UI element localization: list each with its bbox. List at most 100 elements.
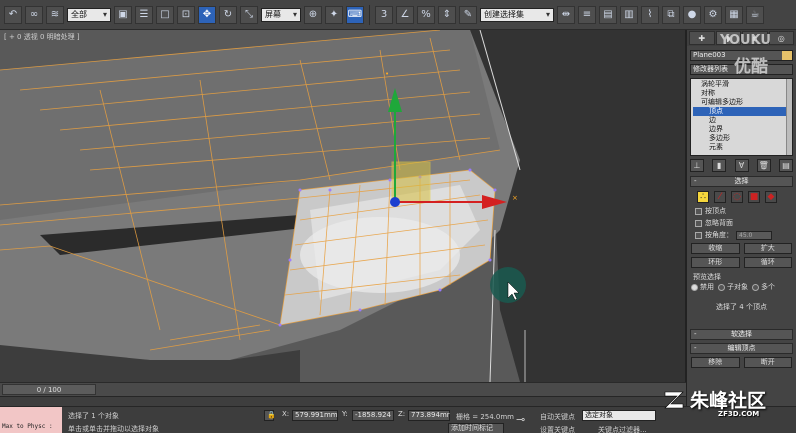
shrink-button[interactable]: 收缩 (691, 243, 740, 254)
vertex-level-icon[interactable]: ∴ (697, 191, 709, 203)
create-tab-icon[interactable]: ✚ (689, 31, 715, 45)
angle-spinner[interactable]: 45.0 (736, 230, 772, 240)
layer-manager-icon[interactable]: ▤ (599, 5, 617, 24)
soft-selection-rollout[interactable]: 软选择 (690, 329, 793, 340)
pin-stack-icon[interactable]: ⊥ (690, 159, 704, 172)
key-icon[interactable]: ⊸ (516, 413, 525, 426)
key-filters-button[interactable]: 关键点过滤器... (598, 425, 647, 433)
curve-editor-icon[interactable]: ⌇ (641, 5, 659, 24)
pivot-center-icon[interactable]: ⊕ (304, 5, 322, 24)
stack-item-turbosmooth[interactable]: 涡轮平滑 (693, 80, 790, 89)
loop-button[interactable]: 循环 (743, 257, 792, 268)
prompt-line: 单击或单击并拖动以选择对象 (68, 425, 159, 433)
ignore-backfacing-checkbox[interactable] (695, 219, 702, 227)
maxscript-listener[interactable]: Max to Physc : (0, 407, 62, 433)
snap-3d-icon[interactable]: 3 (375, 5, 393, 24)
time-slider[interactable]: 0 / 100 (0, 382, 686, 396)
by-angle-row[interactable]: 按角度： 45.0 (695, 230, 796, 240)
make-unique-icon[interactable]: ∀ (734, 159, 749, 172)
edit-named-sel-icon[interactable]: ✎ (459, 5, 477, 24)
object-color-swatch[interactable] (782, 51, 792, 60)
selection-filter-select[interactable]: 全部 (67, 7, 111, 22)
reference-coord-select[interactable]: 屏幕 (261, 7, 301, 22)
break-button[interactable]: 断开 (743, 357, 792, 368)
preview-multi-radio[interactable]: 多个 (752, 282, 775, 292)
preview-off-radio[interactable]: 禁用 (691, 282, 714, 292)
percent-snap-icon[interactable]: % (417, 5, 435, 24)
spinner-snap-icon[interactable]: ⇕ (438, 5, 456, 24)
track-bar[interactable] (0, 396, 686, 406)
selection-rollout-header[interactable]: 选择 (690, 176, 793, 187)
ignore-backfacing-row[interactable]: 忽略背面 (695, 218, 796, 228)
z-coord-label: Z: (398, 410, 406, 418)
zf-watermark-title: 朱峰社区 (690, 390, 767, 412)
key-mode-select[interactable]: 选定对象 (582, 410, 656, 421)
stack-item-border[interactable]: 边界 (693, 125, 790, 134)
stack-tools: ⊥ ▮ ∀ 🗑 ▤ (690, 159, 793, 173)
bind-spacewarp-icon[interactable]: ≋ (46, 5, 64, 24)
viewport-scene: • × (0, 30, 685, 382)
align-icon[interactable]: ≡ (578, 5, 596, 24)
keyboard-shortcut-icon[interactable]: ⌨ (346, 5, 364, 24)
graphite-icon[interactable]: ▥ (620, 5, 638, 24)
configure-sets-icon[interactable]: ▤ (779, 159, 793, 172)
remove-button[interactable]: 移除 (691, 357, 740, 368)
subobject-level-icons: ∴ ⁄ ◌ ■ ◆ (697, 191, 790, 204)
stack-item-symmetry[interactable]: 对称 (693, 89, 790, 98)
select-by-name-icon[interactable]: ☰ (135, 5, 153, 24)
move-icon[interactable]: ✥ (198, 5, 216, 24)
preview-subobj-radio[interactable]: 子对象 (718, 282, 748, 292)
by-vertex-row[interactable]: 按顶点 (695, 206, 796, 216)
set-key-button[interactable]: 设置关键点 (540, 425, 575, 433)
window-crossing-icon[interactable]: ⊡ (177, 5, 195, 24)
motion-tab-icon[interactable]: ◎ (768, 31, 794, 45)
angle-snap-icon[interactable]: ∠ (396, 5, 414, 24)
zf-logo-icon (664, 391, 684, 409)
perspective-viewport[interactable]: • × [ + 0 透视 0 明暗处理 ] (0, 30, 686, 382)
edge-level-icon[interactable]: ⁄ (714, 191, 726, 203)
stack-item-element[interactable]: 元素 (693, 143, 790, 152)
youku-watermark: YOUKU (720, 33, 771, 48)
rotate-icon[interactable]: ↻ (219, 5, 237, 24)
named-selection-select[interactable]: 创建选择集 (480, 7, 554, 22)
toolbar-divider (369, 4, 370, 25)
ring-loop-row: 环形 循环 (691, 257, 792, 268)
lock-selection-icon[interactable]: 🔒 (264, 410, 276, 421)
select-object-icon[interactable]: ▣ (114, 5, 132, 24)
material-editor-icon[interactable]: ● (683, 5, 701, 24)
schematic-view-icon[interactable]: ⧉ (662, 5, 680, 24)
render-setup-icon[interactable]: ⚙ (704, 5, 722, 24)
element-level-icon[interactable]: ◆ (765, 191, 777, 203)
y-coord-field[interactable]: -1858.924 (352, 410, 394, 421)
time-slider-handle[interactable]: 0 / 100 (2, 384, 96, 395)
viewport-label[interactable]: [ + 0 透视 0 明暗处理 ] (4, 32, 80, 42)
undo-icon[interactable]: ↶ (4, 5, 22, 24)
mirror-icon[interactable]: ⇹ (557, 5, 575, 24)
grow-button[interactable]: 扩大 (743, 243, 792, 254)
add-time-tag[interactable]: 添加时间标记 (448, 423, 504, 433)
by-vertex-checkbox[interactable] (695, 207, 702, 215)
by-angle-checkbox[interactable] (695, 231, 702, 239)
polygon-level-icon[interactable]: ■ (748, 191, 760, 203)
youku-watermark-cn: 优酷 (734, 57, 768, 77)
edit-vertices-rollout[interactable]: 编辑顶点 (690, 343, 793, 354)
stack-item-edge[interactable]: 边 (693, 116, 790, 125)
link-icon[interactable]: ∞ (25, 5, 43, 24)
z-coord-field[interactable]: 773.894mr (408, 410, 450, 421)
rendered-frame-icon[interactable]: ▦ (725, 5, 743, 24)
by-vertex-label: 按顶点 (705, 207, 726, 215)
stack-scrollbar[interactable] (786, 79, 792, 155)
ring-button[interactable]: 环形 (691, 257, 740, 268)
remove-modifier-icon[interactable]: 🗑 (756, 159, 771, 172)
stack-item-polygon[interactable]: 多边形 (693, 134, 790, 143)
border-level-icon[interactable]: ◌ (731, 191, 743, 203)
stack-item-vertex[interactable]: 顶点 (693, 107, 790, 116)
show-end-result-icon[interactable]: ▮ (712, 159, 727, 172)
render-teapot-icon[interactable]: ☕ (746, 5, 764, 24)
autokey-button[interactable]: 自动关键点 (540, 412, 575, 422)
rect-region-icon[interactable]: □ (156, 5, 174, 24)
stack-item-editable-poly[interactable]: 可编辑多边形 (693, 98, 790, 107)
scale-icon[interactable]: ⤡ (240, 5, 258, 24)
select-manipulate-icon[interactable]: ✦ (325, 5, 343, 24)
x-coord-field[interactable]: 579.991mm (292, 410, 338, 421)
